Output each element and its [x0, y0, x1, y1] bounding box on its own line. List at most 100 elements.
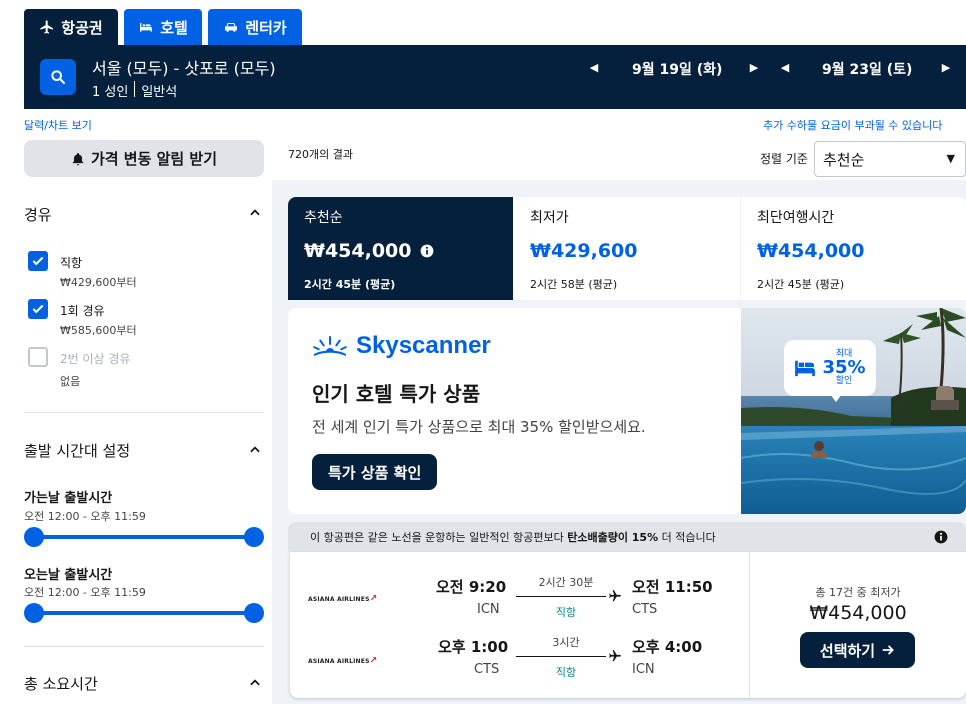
flight-result-card[interactable]: ASIANA AIRLINES↗ 오전 9:20 ICN 2시간 30분 직항 … — [290, 552, 966, 698]
chevron-up-icon[interactable] — [248, 443, 262, 457]
outbound-time-label: 가는날 출발시간 — [24, 491, 113, 506]
route-text[interactable]: 서울 (모두) - 삿포로 (모두) — [92, 55, 276, 79]
sort-tab-fastest[interactable]: 최단여행시간 ₩454,000 2시간 45분 (평균) — [741, 197, 966, 300]
carbon-highlight: 탄소배출량이 15% — [567, 531, 659, 544]
result-count: 720개의 결과 — [288, 148, 353, 161]
sort-tab-title: 최저가 — [530, 210, 569, 226]
pool-photo — [741, 308, 966, 514]
stop-option-price: ₩585,600부터 — [60, 324, 137, 337]
slider-handle-end[interactable] — [244, 527, 264, 547]
check-icon — [32, 256, 44, 266]
flight-duration: 2시간 30분 — [538, 576, 594, 589]
airline-name: ASIANA AIRLINES — [308, 658, 370, 665]
sort-tab-price: ₩429,600 — [530, 240, 638, 262]
checkbox-one-stop[interactable] — [28, 299, 48, 319]
plane-icon — [40, 20, 54, 34]
sort-tab-duration: 2시간 45분 (평균) — [757, 278, 845, 291]
check-icon — [32, 304, 44, 314]
cabin-class: 일반석 — [141, 85, 178, 100]
stop-option-label: 2번 이상 경유 — [60, 352, 131, 366]
arrival-time: 오전 11:50 — [632, 578, 713, 596]
info-icon[interactable] — [420, 244, 434, 258]
hotel-pool-image: 최대 35% 할인 — [741, 308, 966, 514]
select-flight-button[interactable]: 선택하기 — [800, 632, 915, 668]
carbon-emission-banner: 이 항공편은 같은 노선을 운항하는 일반적인 항공편보다 탄소배출량이 15%… — [288, 522, 966, 552]
sort-tab-best[interactable]: 추천순 ₩454,000 2시간 45분 (평균) — [288, 197, 513, 300]
chevron-up-icon[interactable] — [248, 206, 262, 220]
plane-icon — [609, 650, 621, 662]
tab-hotels[interactable]: 호텔 — [124, 9, 202, 45]
car-icon — [225, 23, 238, 32]
return-prev-arrow[interactable]: ◀ — [778, 61, 792, 74]
badge-bottom-text: 할인 — [835, 376, 853, 386]
sort-select[interactable]: 추천순 ▼ — [814, 141, 966, 177]
departure-time: 오전 9:20 — [436, 578, 507, 596]
badge-pointer — [830, 394, 842, 402]
price-alert-label: 가격 변동 알림 받기 — [90, 150, 218, 168]
divider — [24, 412, 264, 413]
calendar-chart-link[interactable]: 달력/차트 보기 — [24, 117, 92, 133]
skyscanner-sunrise-icon — [313, 336, 347, 356]
stop-option-price: 없음 — [60, 375, 81, 388]
return-time-slider[interactable] — [34, 611, 254, 615]
return-time-range: 오전 12:00 - 오후 11:59 — [24, 586, 146, 599]
sort-tab-cheapest[interactable]: 최저가 ₩429,600 2시간 58분 (평균) — [514, 197, 740, 300]
divider — [749, 552, 750, 698]
slider-handle-start[interactable] — [24, 603, 44, 623]
tab-label: 렌터카 — [245, 18, 287, 37]
search-button[interactable] — [40, 59, 76, 95]
bell-icon — [72, 152, 84, 165]
slider-handle-end[interactable] — [244, 603, 264, 623]
airline-logo: ASIANA AIRLINES↗ — [308, 656, 378, 666]
slider-handle-start[interactable] — [24, 527, 44, 547]
tab-label: 호텔 — [160, 18, 188, 37]
outbound-time-slider[interactable] — [34, 535, 254, 539]
flight-duration: 3시간 — [552, 636, 580, 649]
divider — [24, 646, 264, 647]
return-next-arrow[interactable]: ▶ — [939, 61, 953, 74]
plane-icon — [609, 590, 621, 602]
return-date[interactable]: 9월 23일 (토) — [822, 59, 912, 79]
skyscanner-logo: Skyscanner — [312, 332, 491, 360]
tab-flights[interactable]: 항공권 — [24, 9, 118, 45]
stop-option-label: 직항 — [60, 256, 83, 270]
bed-icon — [795, 360, 816, 377]
flight-line — [516, 656, 606, 657]
ad-title: 인기 호텔 특가 상품 — [312, 382, 481, 406]
airline-name: ASIANA AIRLINES — [308, 596, 370, 603]
top-nav: 항공권 호텔 렌터카 — [0, 0, 966, 46]
price-alert-button[interactable]: 가격 변동 알림 받기 — [24, 140, 264, 177]
arrow-right-icon — [882, 645, 894, 655]
sort-label: 정렬 기준 — [760, 152, 808, 166]
depart-next-arrow[interactable]: ▶ — [747, 61, 761, 74]
baggage-fees-link[interactable]: 추가 수하물 요금이 부과될 수 있습니다 — [763, 117, 942, 133]
deal-check-button[interactable]: 특가 상품 확인 — [312, 454, 438, 490]
sort-tab-price: ₩454,000 — [757, 240, 865, 262]
checkbox-direct[interactable] — [28, 251, 48, 271]
outbound-time-range: 오전 12:00 - 오후 11:59 — [24, 510, 146, 523]
stop-option-price: ₩429,600부터 — [60, 276, 137, 289]
sort-tab-price: ₩454,000 — [304, 240, 412, 262]
hotel-deal-ad[interactable]: Skyscanner 인기 호텔 특가 상품 전 세계 인기 특가 상품으로 최… — [288, 308, 966, 514]
flight-price: ₩454,000 — [809, 602, 907, 624]
sort-tab-title: 최단여행시간 — [757, 210, 835, 226]
sort-tab-duration: 2시간 45분 (평균) — [304, 278, 396, 291]
depart-prev-arrow[interactable]: ◀ — [587, 61, 601, 74]
info-icon[interactable] — [934, 530, 948, 544]
carbon-text-end: 더 적습니다 — [658, 531, 716, 544]
depart-date[interactable]: 9월 19일 (화) — [632, 59, 722, 79]
chevron-up-icon[interactable] — [248, 676, 262, 690]
departure-time: 오후 1:00 — [438, 638, 509, 656]
arrival-time: 오후 4:00 — [632, 638, 703, 656]
ad-subtitle: 전 세계 인기 특가 상품으로 최대 35% 할인받으세요. — [312, 418, 646, 436]
arrival-airport: CTS — [632, 602, 658, 617]
carbon-text: 이 항공편은 같은 노선을 운항하는 일반적인 항공편보다 — [310, 531, 568, 544]
passenger-info[interactable]: 1 성인 일반석 — [92, 81, 177, 100]
tab-car-rental[interactable]: 렌터카 — [208, 9, 302, 45]
tab-label: 항공권 — [61, 18, 103, 37]
sort-select-value: 추천순 — [823, 151, 865, 169]
duration-title: 총 소요시간 — [24, 675, 98, 693]
times-title: 출발 시간대 설정 — [24, 442, 131, 460]
checkbox-two-plus-stops[interactable] — [28, 347, 48, 367]
sort-tab-duration: 2시간 58분 (평균) — [530, 278, 618, 291]
